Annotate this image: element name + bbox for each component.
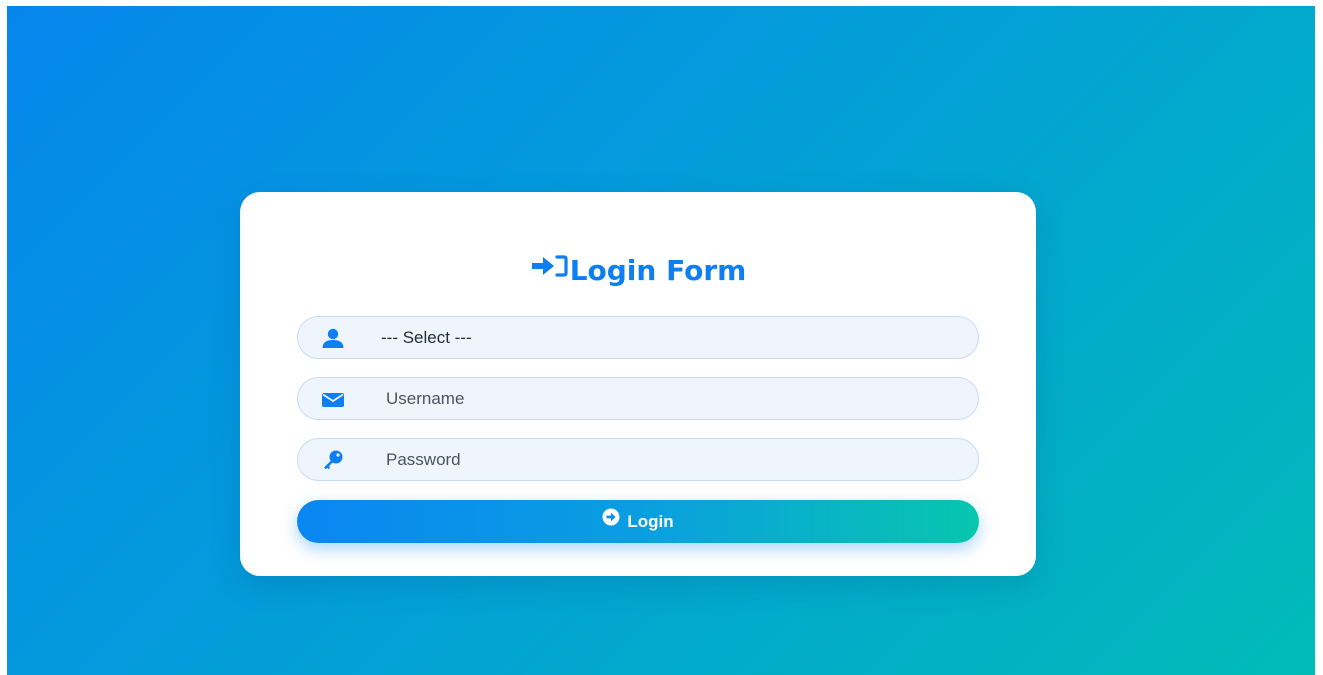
key-icon <box>320 450 346 470</box>
password-input[interactable] <box>386 439 946 480</box>
username-field-wrapper <box>297 377 979 420</box>
user-icon <box>320 328 346 348</box>
role-select[interactable]: --- Select --- <box>297 316 979 359</box>
login-card: Login Form --- Select --- Username Login <box>240 192 1036 576</box>
form-title-row: Login Form <box>240 254 1036 289</box>
sign-in-icon <box>530 252 568 286</box>
page-title: Login Form <box>569 254 747 287</box>
page-background: Login Form --- Select --- Username Login <box>7 6 1315 675</box>
password-field-wrapper <box>297 438 979 481</box>
arrow-circle-right-icon <box>602 499 620 542</box>
login-button-label: Login <box>627 512 674 531</box>
login-button[interactable]: Login <box>297 500 979 543</box>
username-input[interactable] <box>386 378 946 419</box>
role-select-value: --- Select --- <box>381 328 472 347</box>
envelope-icon <box>320 389 346 409</box>
